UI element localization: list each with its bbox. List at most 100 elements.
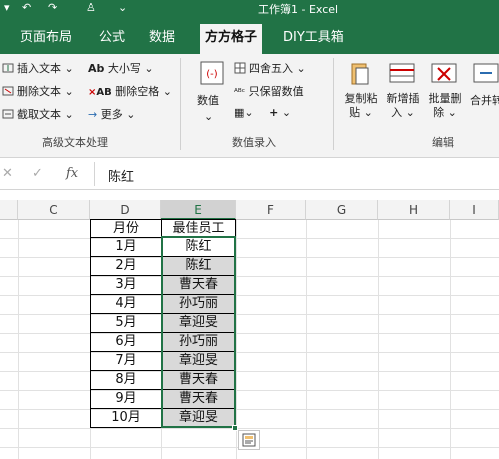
copy-paste-button[interactable]: 复制粘贴 ⌄ [342,92,380,120]
copy-paste-icon [351,63,369,85]
delete-text-icon [2,86,14,96]
fx-icon[interactable]: fx [66,166,78,181]
batch-delete-button[interactable]: 批量删除 ⌄ [426,92,464,120]
merge-icon [473,63,499,83]
delete-text-button[interactable]: 删除文本 ⌄ [2,83,74,99]
table-row-employee[interactable]: 孙巧丽 [161,295,236,314]
redo-icon[interactable]: ↷ [48,1,57,14]
formula-divider [94,162,95,186]
column-header-e[interactable]: E [161,200,236,220]
table-row-month[interactable]: 9月 [90,390,161,409]
ribbon-separator [333,58,334,150]
gridline [0,352,499,353]
table-row-month[interactable]: 4月 [90,295,161,314]
gridline [0,371,499,372]
table-header-employee[interactable]: 最佳员工 [161,219,236,238]
svg-text:(-): (-) [206,69,218,80]
table-row-employee[interactable]: 陈红 [161,257,236,276]
table-row-employee[interactable]: 曹天春 [161,371,236,390]
value-dropdown-icon[interactable]: ⌄ [204,110,213,123]
table-row-month[interactable]: 5月 [90,314,161,333]
number-tools-row[interactable]: ▦⌄ + ⌄ [234,106,291,119]
gridline [0,409,499,410]
table-row-employee[interactable]: 章迎旻 [161,314,236,333]
cancel-icon[interactable]: ✕ [2,166,13,181]
gridline [0,276,499,277]
column-header-g[interactable]: G [306,200,378,220]
gridline [0,428,499,429]
gridline [0,295,499,296]
value-icon: (-) [200,61,224,85]
table-row-month[interactable]: 6月 [90,333,161,352]
case-button[interactable]: Ab 大小写 ⌄ [88,60,154,76]
table-row-month[interactable]: 2月 [90,257,161,276]
round-button[interactable]: 四舍五入 ⌄ [234,60,306,76]
insert-text-icon [2,63,14,73]
select-all-corner[interactable] [0,200,18,220]
title-bar: ▾ ↶ ↷ ♙ ⌄ 工作簿1 - Excel [0,0,499,18]
undo-icon[interactable]: ↶ [22,1,31,14]
column-header-i[interactable]: I [450,200,499,220]
tab-fangfang[interactable]: 方方格子 [200,24,263,58]
edit-group-label: 编辑 [432,136,454,149]
plus-icon: + [269,106,279,119]
grid-icon: ▦⌄ [234,106,254,119]
table-row-employee[interactable]: 孙巧丽 [161,333,236,352]
batch-delete-icon [431,63,457,83]
gridline [0,257,499,258]
table-header-month[interactable]: 月份 [90,219,161,238]
column-header-h[interactable]: H [378,200,450,220]
quick-analysis-icon [242,433,256,447]
round-icon [234,62,246,74]
gridline [236,220,237,459]
tab-diy-toolbox[interactable]: DIY工具箱 [283,26,344,45]
column-header-c[interactable]: C [18,200,90,220]
table-row-employee[interactable]: 章迎旻 [161,409,236,428]
customize-qa-icon[interactable]: ⌄ [118,1,127,14]
gridline [306,220,307,459]
ribbon-tabs: 页面布局 公式 数据 方方格子 DIY工具箱 [0,18,499,58]
merge-button[interactable]: 合并转 [470,92,499,108]
insert-text-button[interactable]: 插入文本 ⌄ [2,60,74,76]
new-insert-icon [389,63,415,83]
ribbon: 插入文本 ⌄ 删除文本 ⌄ 截取文本 ⌄ Ab 大小写 ⌄ ×AB 删除空格 ⌄… [0,54,499,158]
tab-page-layout[interactable]: 页面布局 [20,26,72,45]
table-row-month[interactable]: 1月 [90,238,161,257]
gridline [0,333,499,334]
table-row-employee[interactable]: 陈红 [161,238,236,257]
table-row-employee[interactable]: 曹天春 [161,276,236,295]
table-row-employee[interactable]: 曹天春 [161,390,236,409]
enter-icon[interactable]: ✓ [32,166,43,181]
table-row-month[interactable]: 7月 [90,352,161,371]
quick-analysis-button[interactable] [238,430,260,450]
more-button[interactable]: → 更多 ⌄ [88,106,135,122]
tab-formulas[interactable]: 公式 [99,26,125,45]
ab-icon: Ab [88,62,105,75]
formula-input[interactable]: 陈红 [108,166,134,185]
table-row-month[interactable]: 10月 [90,409,161,428]
tab-data[interactable]: 数据 [149,26,175,45]
delete-space-button[interactable]: ×AB 删除空格 ⌄ [88,83,172,99]
text-group-label: 高级文本处理 [42,136,108,149]
ribbon-separator [180,58,181,150]
format-painter-icon[interactable]: ♙ [86,1,96,14]
delete-space-icon: ×AB [88,87,112,98]
column-header-d[interactable]: D [90,200,161,220]
gridline [0,390,499,391]
keep-values-button[interactable]: ᴬᴮᶜ 只保留数值 [234,83,304,99]
arrow-right-icon: → [88,108,98,121]
value-button[interactable]: 数值 [197,92,219,108]
gridline [450,220,451,459]
table-row-month[interactable]: 8月 [90,371,161,390]
window-title: 工作簿1 - Excel [258,3,339,16]
cut-text-button[interactable]: 截取文本 ⌄ [2,106,74,122]
new-insert-button[interactable]: 新增插入 ⌄ [384,92,422,120]
abc-icon: ᴬᴮᶜ [234,88,246,98]
qa-dropdown-icon[interactable]: ▾ [4,1,10,14]
cut-text-icon [2,109,14,119]
table-row-month[interactable]: 3月 [90,276,161,295]
number-group-label: 数值录入 [232,136,276,149]
table-row-employee[interactable]: 章迎旻 [161,352,236,371]
column-header-f[interactable]: F [236,200,306,220]
gridline [0,238,499,239]
